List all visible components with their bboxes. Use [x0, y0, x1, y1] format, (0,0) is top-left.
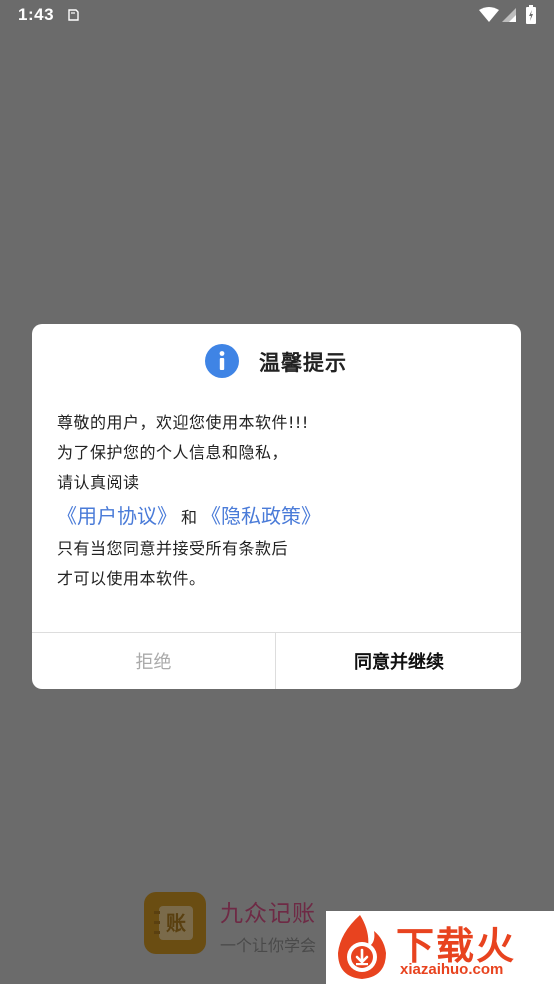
- status-bar: 1:43: [0, 0, 554, 32]
- status-time: 1:43: [18, 5, 55, 24]
- body-line: 为了保护您的个人信息和隐私，: [57, 443, 289, 462]
- dialog-title: 温馨提示: [259, 351, 347, 375]
- sd-card-icon: [68, 9, 79, 21]
- app-logo-glyph: 账: [159, 906, 193, 940]
- app-logo: 账: [144, 892, 206, 954]
- battery-icon: [526, 5, 536, 24]
- decline-button[interactable]: 拒绝: [32, 633, 276, 689]
- user-agreement-link[interactable]: 《用户协议》: [57, 504, 177, 528]
- info-icon: [205, 344, 239, 378]
- app-name: 九众记账: [220, 901, 316, 927]
- body-line: 尊敬的用户，欢迎您使用本软件!!!: [57, 413, 309, 432]
- body-line: 请认真阅读: [57, 473, 140, 492]
- notebook-rings-icon: [154, 911, 160, 934]
- links-connector: 和: [181, 508, 198, 527]
- dialog-body: 尊敬的用户，欢迎您使用本软件!!! 为了保护您的个人信息和隐私， 请认真阅读 《…: [57, 408, 507, 594]
- watermark: 下载火 xiazaihuo.com: [326, 911, 554, 984]
- body-line: 才可以使用本软件。: [57, 569, 206, 588]
- dialog-header: 温馨提示: [32, 342, 521, 382]
- flame-logo-icon: [338, 915, 386, 979]
- agreement-links-line: 《用户协议》和《隐私政策》: [57, 498, 507, 534]
- app-slogan: 一个让你学会: [220, 936, 317, 955]
- watermark-url: xiazaihuo.com: [400, 961, 504, 978]
- agree-continue-button[interactable]: 同意并继续: [277, 633, 521, 689]
- signal-icon: [502, 8, 516, 22]
- dialog-footer: 拒绝 同意并继续: [32, 632, 521, 689]
- body-line: 只有当您同意并接受所有条款后: [57, 539, 289, 558]
- privacy-dialog: 温馨提示 尊敬的用户，欢迎您使用本软件!!! 为了保护您的个人信息和隐私， 请认…: [32, 324, 521, 689]
- screen: 1:43 账 九众记账 一个让你学会 温馨提示 尊敬的用户，欢迎您使用本软件!!…: [0, 0, 554, 984]
- privacy-policy-link[interactable]: 《隐私政策》: [201, 504, 321, 528]
- wifi-icon: [479, 7, 499, 22]
